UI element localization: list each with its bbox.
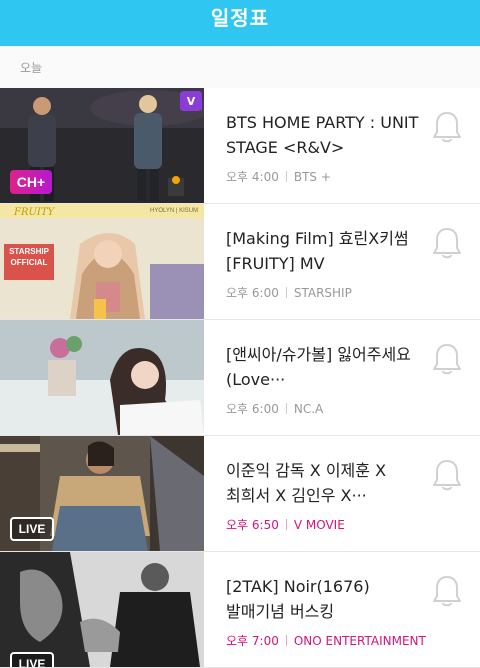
schedule-list: CH+ V BTS HOME PARTY : UNIT STAGE <R&V> …: [0, 88, 480, 668]
item-channel[interactable]: ONO ENTERTAINMENT: [294, 634, 426, 648]
section-label: 오늘: [20, 61, 43, 75]
item-meta: 오후 6:00 NC.A: [226, 400, 323, 417]
thumbnail[interactable]: [0, 320, 204, 435]
item-time: 오후 6:00: [226, 286, 279, 300]
starship-logo: STARSHIP OFFICIAL: [4, 244, 54, 280]
item-title[interactable]: 이준익 감독 X 이제훈 X 최희서 X 김인우 X···: [226, 458, 426, 508]
divider: [285, 287, 287, 298]
item-meta: 오후 4:00 BTS +: [226, 168, 331, 185]
schedule-item[interactable]: CH+ V BTS HOME PARTY : UNIT STAGE <R&V> …: [0, 88, 480, 204]
item-channel[interactable]: STARSHIP: [294, 286, 352, 300]
item-time: 오후 6:00: [226, 402, 279, 416]
schedule-item[interactable]: LIVE 이준익 감독 X 이제훈 X 최희서 X 김인우 X··· 오후 6:…: [0, 436, 480, 552]
overlay-subtitle: HYOLYN | KISUM: [150, 208, 199, 214]
item-time: 오후 7:00: [226, 634, 279, 648]
item-meta: 오후 6:50 V MOVIE: [226, 516, 345, 533]
section-header-today: 오늘: [0, 46, 480, 89]
v-logo-badge: V: [180, 91, 202, 111]
live-badge: LIVE: [10, 652, 54, 667]
app-header: 일정표: [0, 0, 480, 46]
overlay-title: FRUITY: [14, 207, 55, 218]
item-meta: 오후 7:00 ONO ENTERTAINMENT: [226, 632, 426, 649]
bell-icon[interactable]: [432, 226, 462, 260]
divider: [285, 635, 287, 646]
item-time: 오후 4:00: [226, 170, 279, 184]
divider: [285, 519, 287, 530]
item-channel[interactable]: BTS +: [294, 170, 331, 184]
thumbnail[interactable]: CH+ V: [0, 88, 204, 203]
bell-icon[interactable]: [432, 458, 462, 492]
item-title[interactable]: BTS HOME PARTY : UNIT STAGE <R&V>: [226, 110, 426, 160]
item-time: 오후 6:50: [226, 518, 279, 532]
schedule-item[interactable]: LIVE [2TAK] Noir(1676) 발매기념 버스킹 오후 7:00 O…: [0, 552, 480, 668]
thumbnail[interactable]: FRUITY HYOLYN | KISUM STARSHIP OFFICIAL: [0, 204, 204, 319]
item-meta: 오후 6:00 STARSHIP: [226, 284, 352, 301]
item-title[interactable]: [앤씨아/슈가볼] 잃어주세요(Love···: [226, 342, 426, 392]
bell-icon[interactable]: [432, 110, 462, 144]
thumbnail[interactable]: LIVE: [0, 436, 204, 551]
page-title: 일정표: [210, 5, 270, 30]
schedule-item[interactable]: FRUITY HYOLYN | KISUM STARSHIP OFFICIAL …: [0, 204, 480, 320]
thumbnail[interactable]: LIVE: [0, 552, 204, 667]
item-title[interactable]: [Making Film] 효린X키썸 [FRUITY] MV: [226, 226, 426, 276]
item-channel[interactable]: V MOVIE: [294, 518, 345, 532]
divider: [285, 171, 287, 182]
bell-icon[interactable]: [432, 574, 462, 608]
live-badge: LIVE: [10, 517, 54, 541]
item-channel[interactable]: NC.A: [294, 402, 323, 416]
schedule-item[interactable]: [앤씨아/슈가볼] 잃어주세요(Love··· 오후 6:00 NC.A: [0, 320, 480, 436]
bell-icon[interactable]: [432, 342, 462, 376]
channel-plus-badge: CH+: [10, 170, 52, 194]
item-title[interactable]: [2TAK] Noir(1676) 발매기념 버스킹: [226, 574, 426, 624]
divider: [285, 403, 287, 414]
